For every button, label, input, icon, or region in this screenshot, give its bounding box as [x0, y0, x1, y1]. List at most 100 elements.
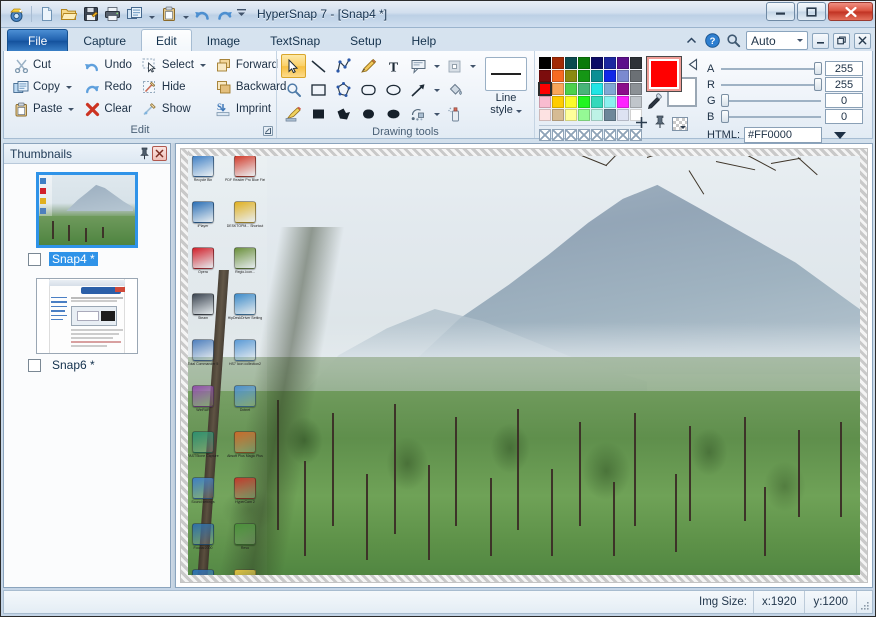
checkerboard-icon[interactable] [672, 117, 688, 131]
color-swatch-grid[interactable] [539, 57, 642, 121]
stamp-tool[interactable] [406, 102, 431, 126]
paste-button[interactable]: Paste [8, 98, 79, 120]
transparent-swatch[interactable] [578, 129, 590, 141]
alpha-slider[interactable] [721, 63, 821, 75]
hide-button[interactable]: Hide [137, 76, 211, 98]
search-icon[interactable] [725, 32, 742, 49]
redo-button[interactable]: Redo [79, 76, 137, 98]
spray-tool[interactable] [442, 102, 467, 126]
color-swatch[interactable] [539, 57, 551, 69]
tab-image[interactable]: Image [192, 29, 255, 51]
thumbnail-label[interactable]: Snap6 * [49, 358, 98, 372]
copy-button[interactable]: Copy [8, 76, 79, 98]
color-swatch[interactable] [552, 70, 564, 82]
color-swatch[interactable] [617, 70, 629, 82]
color-swatch[interactable] [617, 83, 629, 95]
pin-icon[interactable] [137, 146, 152, 161]
customize-icon[interactable] [236, 4, 247, 24]
tab-edit[interactable]: Edit [141, 29, 192, 51]
undo-icon[interactable] [192, 4, 213, 25]
color-swatch[interactable] [578, 70, 590, 82]
line-tool[interactable] [306, 54, 331, 78]
pencil-tool[interactable] [356, 54, 381, 78]
shape-fill-tool[interactable] [442, 54, 467, 78]
color-swatch[interactable] [604, 83, 616, 95]
foreground-color-swatch[interactable] [647, 57, 681, 91]
color-swatch[interactable] [604, 57, 616, 69]
ellipse-tool[interactable] [381, 78, 406, 102]
colors-expand-icon[interactable] [834, 132, 846, 139]
close-icon[interactable] [152, 146, 167, 161]
thumbnail-checkbox[interactable] [28, 359, 41, 372]
color-swatch[interactable] [578, 57, 590, 69]
image-canvas-area[interactable]: Recycle BinPDF Reader Pro Blue FieldsiPl… [175, 143, 873, 588]
callout-dropdown-arrow[interactable] [431, 54, 442, 78]
thumbnail-image-snap6[interactable] [36, 278, 138, 354]
thumbnail-image-snap4[interactable] [36, 172, 138, 248]
select-button[interactable]: Select [137, 54, 211, 76]
alpha-value[interactable]: 255 [825, 61, 863, 76]
color-swatch[interactable] [552, 57, 564, 69]
line-style-button[interactable]: Line style [482, 54, 530, 117]
magnify-tool[interactable] [281, 78, 306, 102]
print-icon[interactable] [102, 4, 123, 25]
clear-button[interactable]: Clear [79, 98, 137, 120]
chevron-down-icon[interactable] [68, 108, 74, 111]
transparent-swatch[interactable] [539, 129, 551, 141]
color-swatch[interactable] [565, 70, 577, 82]
resize-grip-icon[interactable] [856, 591, 872, 613]
color-swatch[interactable] [591, 57, 603, 69]
color-swatch[interactable] [578, 83, 590, 95]
zoom-level-selector[interactable]: Auto [746, 31, 808, 50]
color-swatch[interactable] [539, 70, 551, 82]
show-button[interactable]: Show [137, 98, 211, 120]
shape-fill-dropdown-arrow[interactable] [467, 54, 478, 78]
chevron-down-icon[interactable] [200, 64, 206, 67]
color-swatch[interactable] [604, 96, 616, 108]
fill-bucket-tool[interactable] [442, 78, 467, 102]
tab-setup[interactable]: Setup [335, 29, 396, 51]
text-tool[interactable]: T [381, 54, 406, 78]
close-button[interactable] [828, 2, 873, 21]
color-swatch[interactable] [565, 57, 577, 69]
swap-colors-arrow-icon[interactable] [687, 58, 700, 74]
filled-polygon-tool[interactable] [331, 102, 356, 126]
collapse-ribbon-icon[interactable] [683, 32, 700, 49]
color-swatch[interactable] [539, 109, 551, 121]
stamp-dropdown-arrow[interactable] [431, 102, 442, 126]
help-icon[interactable]: ? [704, 32, 721, 49]
rectangle-tool[interactable] [306, 78, 331, 102]
thumbnail-checkbox[interactable] [28, 253, 41, 266]
callout-tool[interactable] [406, 54, 431, 78]
new-document-icon[interactable] [36, 4, 57, 25]
polygon-tool[interactable] [331, 78, 356, 102]
list-item[interactable]: Snap6 * [4, 278, 170, 372]
maximize-button[interactable] [797, 2, 826, 21]
thumbnails-list[interactable]: Snap4 * [4, 164, 170, 587]
blue-slider[interactable] [721, 111, 821, 123]
green-slider[interactable] [721, 95, 821, 107]
rounded-rect-tool[interactable] [356, 78, 381, 102]
highlighter-tool[interactable] [281, 102, 306, 126]
tab-help[interactable]: Help [397, 29, 452, 51]
filled-rounded-rect-tool[interactable] [356, 102, 381, 126]
color-swatch[interactable] [578, 109, 590, 121]
tab-file[interactable]: File [7, 29, 68, 51]
color-swatch[interactable] [630, 83, 642, 95]
minimize-button[interactable] [766, 2, 795, 21]
polyline-tool[interactable] [331, 54, 356, 78]
tab-capture[interactable]: Capture [68, 29, 141, 51]
select-arrow-tool[interactable] [281, 54, 306, 78]
eyedropper-icon[interactable] [647, 93, 664, 113]
chevron-down-icon[interactable] [66, 86, 72, 89]
copy-icon[interactable] [124, 4, 145, 25]
color-swatch[interactable] [630, 96, 642, 108]
edit-dialog-launcher[interactable] [263, 126, 273, 136]
transparent-swatch[interactable] [565, 129, 577, 141]
arrow-dropdown-arrow[interactable] [431, 78, 442, 102]
arrow-tool[interactable] [406, 78, 431, 102]
red-slider[interactable] [721, 79, 821, 91]
filled-rectangle-tool[interactable] [306, 102, 331, 126]
color-swatch[interactable] [565, 109, 577, 121]
color-swatch[interactable] [539, 83, 551, 95]
